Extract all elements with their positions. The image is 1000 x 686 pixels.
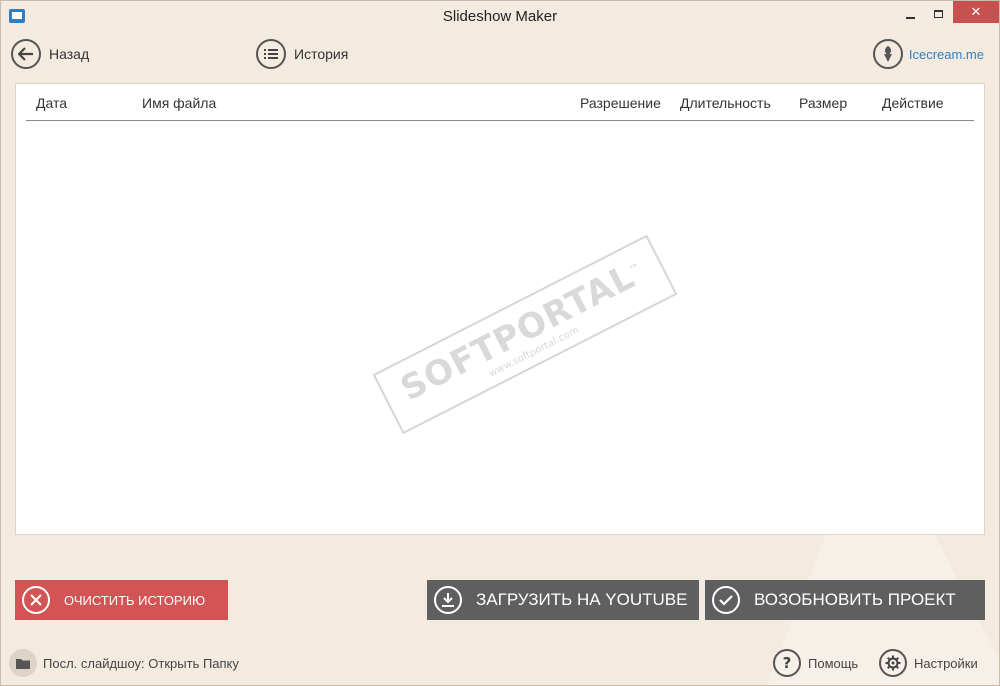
watermark-tm: ™ [628,261,643,277]
column-header-filename[interactable]: Имя файла [142,95,216,111]
close-button[interactable]: ✕ [953,1,999,23]
resume-project-label: ВОЗОБНОВИТЬ ПРОЕКТ [754,590,956,609]
history-label: История [294,46,349,62]
checkmark-icon [712,586,740,614]
settings-label: Настройки [914,655,978,671]
icecream-label: Icecream.me [908,46,984,62]
maximize-icon [933,10,943,18]
upload-youtube-label: ЗАГРУЗИТЬ НА YOUTUBE [476,590,688,609]
download-icon [434,586,462,614]
column-header-date[interactable]: Дата [36,95,67,111]
column-header-action[interactable]: Действие [882,95,944,111]
question-icon: ? [773,649,801,677]
folder-icon [9,649,37,677]
help-label: Помощь [808,655,859,671]
icecream-link[interactable]: Icecream.me [872,38,984,70]
close-circle-icon [22,586,50,614]
settings-button[interactable]: Настройки [879,648,978,678]
maximize-button[interactable] [925,1,951,27]
table-header: Дата Имя файла Разрешение Длительность Р… [26,84,974,121]
last-slideshow-text: Посл. слайдшоу: Открыть Папку [43,655,239,671]
gear-icon [879,649,907,677]
icecream-logo-icon [872,39,903,69]
back-label: Назад [49,46,90,62]
arrow-left-icon [11,39,41,69]
history-button[interactable]: История [256,38,348,70]
column-header-resolution[interactable]: Разрешение [580,95,661,111]
back-button[interactable]: Назад [11,38,89,70]
app-window: Slideshow Maker ✕ Назад История Icecream… [0,0,1000,686]
upload-youtube-button[interactable]: ЗАГРУЗИТЬ НА YOUTUBE [427,580,699,620]
title-bar: Slideshow Maker ✕ [1,1,999,33]
close-icon: ✕ [970,4,982,20]
open-folder-link[interactable]: Посл. слайдшоу: Открыть Папку [9,649,239,677]
minimize-button[interactable] [897,1,923,27]
minimize-icon [905,17,915,19]
list-icon [256,39,286,69]
clear-history-button[interactable]: ОЧИСТИТЬ ИСТОРИЮ [15,580,228,620]
resume-project-button[interactable]: ВОЗОБНОВИТЬ ПРОЕКТ [705,580,985,620]
clear-history-label: ОЧИСТИТЬ ИСТОРИЮ [64,592,206,608]
help-button[interactable]: ? Помощь [773,648,858,678]
column-header-size[interactable]: Размер [799,95,847,111]
column-header-duration[interactable]: Длительность [680,95,771,111]
window-title: Slideshow Maker [442,8,558,25]
